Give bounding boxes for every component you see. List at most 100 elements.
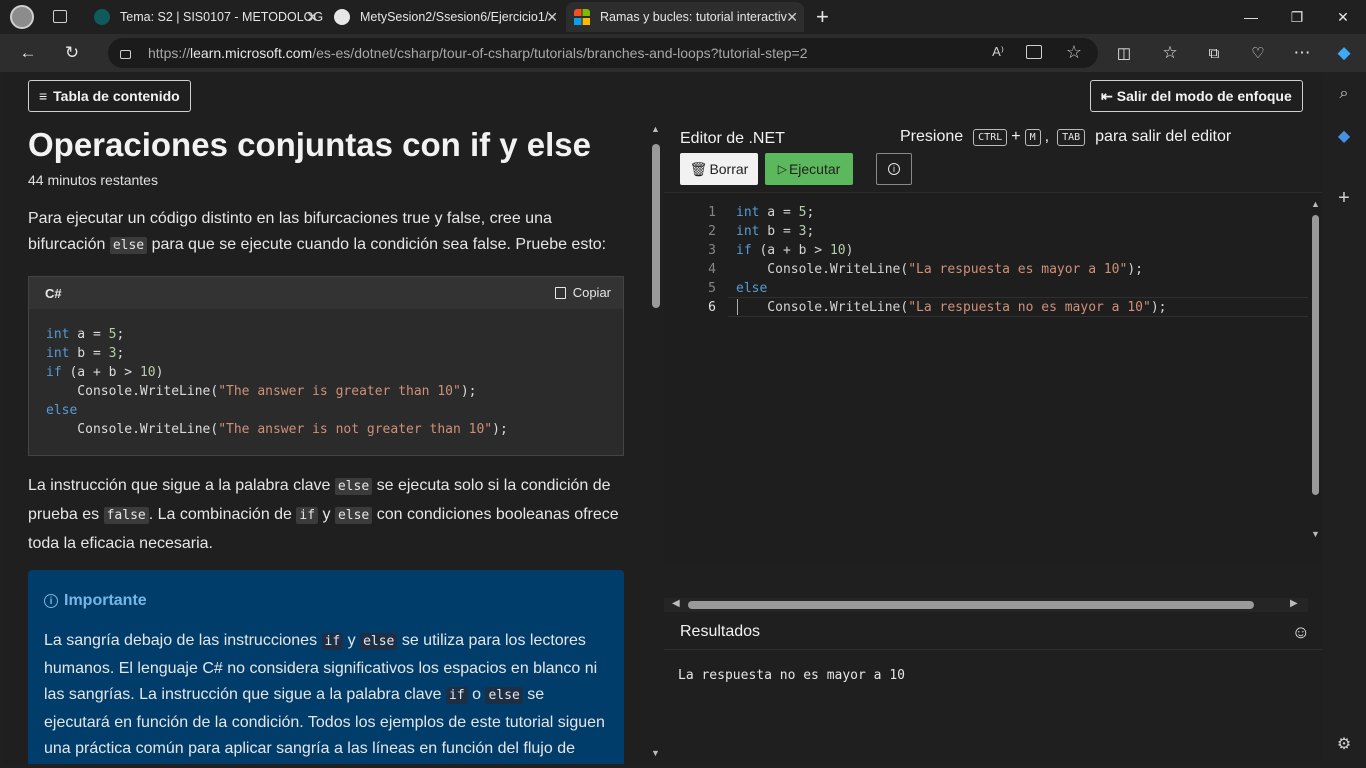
inline-code: else: [360, 633, 398, 650]
scroll-down-arrow[interactable]: ▼: [651, 748, 660, 758]
key-ctrl: CTRL: [973, 128, 1008, 146]
play-icon: ▷: [777, 162, 787, 176]
browser-sidebar: ⌕ ◆ + ⚙: [1322, 72, 1366, 768]
menu-icon: ≡: [39, 88, 48, 104]
line-number: 1: [708, 205, 716, 220]
code-line: Console.WriteLine("La respuesta es mayor…: [736, 262, 1143, 277]
line-number: 6: [708, 300, 716, 315]
exit-focus-button[interactable]: ⇤ Salir del modo de enfoque: [1090, 80, 1303, 112]
favorites-icon[interactable]: ☆: [1156, 39, 1184, 67]
toc-button[interactable]: ≡ Tabla de contenido: [28, 80, 191, 112]
line-number: 3: [708, 243, 716, 258]
close-tab-icon[interactable]: ✕: [546, 9, 558, 26]
profile-avatar[interactable]: [10, 5, 34, 29]
scroll-up-arrow[interactable]: ▲: [1311, 199, 1320, 209]
intro-paragraph: Para ejecutar un código distinto en las …: [28, 206, 628, 259]
hint-text: para salir del editor: [1095, 128, 1232, 145]
important-note: i Importante La sangría debajo de las in…: [28, 570, 624, 764]
time-remaining: 44 minutos restantes: [28, 172, 158, 188]
immersive-reader-icon[interactable]: [1026, 45, 1042, 59]
split-screen-icon[interactable]: ◫: [1110, 39, 1138, 67]
feedback-smiley-icon[interactable]: ☺: [1292, 622, 1310, 643]
add-icon[interactable]: +: [1334, 187, 1354, 209]
new-tab-button[interactable]: +: [816, 4, 829, 30]
inline-code: false: [103, 507, 149, 524]
dotnet-editor: Editor de .NET Presione CTRL + M , TAB p…: [664, 120, 1322, 764]
editor-exit-hint: Presione CTRL + M , TAB para salir del e…: [900, 128, 1231, 146]
copy-icon: [554, 286, 566, 299]
address-bar[interactable]: https://learn.microsoft.com/es-es/dotnet…: [108, 38, 1098, 68]
tab-title: MetySesion2/Ssesion6/Ejercicio1/: [360, 10, 549, 24]
github-icon: [334, 9, 350, 25]
key-comma: ,: [1044, 128, 1050, 145]
tab-title: Tema: S2 | SIS0107 - METODOLOG: [120, 10, 324, 24]
key-plus: +: [1011, 128, 1021, 145]
tab-ramas-bucles[interactable]: Ramas y bucles: tutorial interactiv ✕: [566, 2, 804, 32]
inline-code: if: [446, 687, 468, 704]
scroll-down-arrow[interactable]: ▼: [1311, 529, 1320, 539]
editor-vertical-scrollbar[interactable]: ▲ ▼: [1308, 199, 1322, 545]
line-number: 2: [708, 224, 716, 239]
scrollbar-thumb[interactable]: [652, 144, 660, 308]
article-scrollbar[interactable]: ▲ ▼: [649, 120, 663, 764]
favorite-star-icon[interactable]: ☆: [1066, 42, 1082, 63]
copilot-icon[interactable]: ◆: [1330, 39, 1358, 67]
note-title: i Importante: [44, 592, 147, 610]
text: o: [467, 686, 486, 703]
tab-github[interactable]: MetySesion2/Ssesion6/Ejercicio1/ ✕: [326, 2, 564, 32]
clear-label: Borrar: [709, 161, 749, 177]
code-editor[interactable]: 1 2 3 4 5 6 int a = 5; int b = 3; if (a …: [664, 192, 1322, 564]
info-icon: i: [44, 594, 58, 608]
note-title-text: Importante: [64, 592, 147, 609]
shopping-tag-icon[interactable]: ◆: [1334, 126, 1354, 146]
results-title: Resultados: [680, 622, 761, 640]
clear-button[interactable]: 🗑 Borrar: [680, 153, 758, 185]
inline-code: else: [334, 478, 373, 495]
close-tab-icon[interactable]: ✕: [306, 9, 318, 26]
trash-icon: 🗑: [689, 160, 708, 177]
scrollbar-thumb[interactable]: [688, 601, 1254, 609]
code-line: int a = 5;: [736, 205, 815, 220]
scroll-right-arrow[interactable]: ▶: [1290, 598, 1298, 609]
editor-horizontal-scrollbar[interactable]: ◀ ▶: [664, 598, 1308, 612]
page-content: ≡ Tabla de contenido ⇤ Salir del modo de…: [4, 72, 1322, 764]
read-aloud-icon[interactable]: A⁾: [992, 44, 1004, 60]
results-header: Resultados ☺: [664, 614, 1322, 650]
collections-icon[interactable]: ⧉: [1200, 39, 1228, 67]
copy-button[interactable]: Copiar: [554, 285, 611, 300]
code-line: else: [736, 281, 768, 296]
refresh-icon[interactable]: ↻: [58, 39, 86, 67]
results-output: La respuesta no es mayor a 10: [678, 668, 905, 683]
search-icon[interactable]: ⌕: [1334, 84, 1354, 104]
close-window-button[interactable]: ✕: [1320, 0, 1366, 34]
minimize-button[interactable]: —: [1228, 0, 1274, 34]
info-icon: i: [888, 163, 900, 175]
explanation-paragraph: La instrucción que sigue a la palabra cl…: [28, 472, 628, 558]
close-tab-icon[interactable]: ✕: [786, 9, 798, 26]
note-body: La sangría debajo de las instrucciones i…: [44, 628, 610, 764]
restore-button[interactable]: ❐: [1274, 0, 1320, 34]
text: La sangría debajo de las instrucciones: [44, 632, 322, 649]
back-icon[interactable]: ←: [14, 39, 42, 67]
exit-focus-label: Salir del modo de enfoque: [1116, 88, 1292, 104]
more-options-icon[interactable]: ⋯: [1288, 39, 1316, 67]
url-host: learn.microsoft.com: [190, 45, 313, 61]
text: y: [318, 506, 335, 523]
inline-code: else: [334, 507, 373, 524]
scroll-up-arrow[interactable]: ▲: [651, 124, 660, 134]
scrollbar-thumb[interactable]: [1312, 215, 1319, 495]
editor-title: Editor de .NET: [680, 130, 785, 147]
run-button[interactable]: ▷ Ejecutar: [765, 153, 853, 185]
tab-title: Ramas y bucles: tutorial interactiv: [600, 10, 787, 24]
browser-essentials-icon[interactable]: ♡: [1244, 39, 1272, 67]
tab-metodologia[interactable]: Tema: S2 | SIS0107 - METODOLOG ✕: [86, 2, 324, 32]
scroll-left-arrow[interactable]: ◀: [672, 598, 680, 609]
text: La instrucción que sigue a la palabra cl…: [28, 477, 335, 494]
moodle-icon: [94, 9, 110, 25]
results-panel: Resultados ☺ La respuesta no es mayor a …: [664, 614, 1322, 764]
info-button[interactable]: i: [876, 153, 912, 185]
settings-gear-icon[interactable]: ⚙: [1334, 734, 1354, 754]
tab-actions-icon[interactable]: [53, 10, 67, 23]
address-toolbar: ← ↻ https://learn.microsoft.com/es-es/do…: [0, 34, 1366, 72]
key-tab: TAB: [1057, 128, 1086, 146]
